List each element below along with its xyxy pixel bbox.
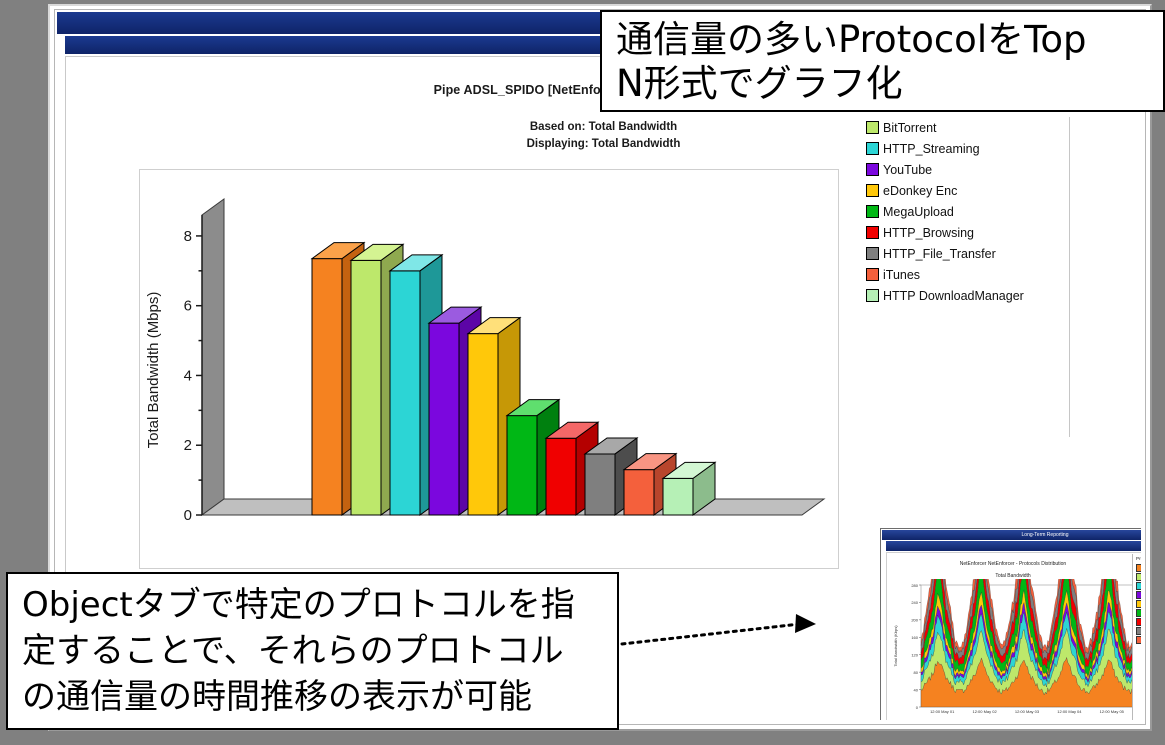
- thumbnail-window-title: Long-Term Reporting: [1021, 532, 1069, 538]
- legend-item-label: MegaUpload: [883, 204, 954, 219]
- thumbnail-y-tick: 280: [911, 583, 918, 588]
- legend-item[interactable]: HTTP_File_Transfer: [866, 243, 1066, 264]
- legend-item-label: HTTP_Streaming: [883, 141, 980, 156]
- legend-swatch-icon: [1136, 563, 1141, 572]
- legend-item-label: HTTP_File_Transfer: [883, 246, 996, 261]
- thumbnail-legend-item[interactable]: HTTP_Browsing: [1136, 590, 1141, 599]
- thumbnail-y-tick: 0: [916, 705, 919, 710]
- legend-item[interactable]: eDonkey Enc: [866, 180, 1066, 201]
- thumbnail-legend-item[interactable]: eDonkey Enc: [1136, 572, 1141, 581]
- legend-item[interactable]: HTTP DownloadManager: [866, 285, 1066, 306]
- legend-swatch-icon: [1136, 581, 1141, 590]
- y-tick-label: 8: [184, 228, 192, 245]
- legend-swatch-icon: [1136, 608, 1141, 617]
- legend-swatch-icon: [866, 268, 879, 281]
- y-tick-label: 2: [184, 437, 192, 454]
- thumbnail-x-tick: 12:00 May 05: [1100, 709, 1125, 714]
- thumbnail-x-tick: 12:00 May 01: [930, 709, 955, 714]
- thumbnail-legend-item[interactable]: Skype: [1136, 626, 1141, 635]
- thumbnail-legend-item[interactable]: MegaUpload: [1136, 617, 1141, 626]
- bar-chart-plot: 0 2 4 6 8 Total Bandwidth (Mbps): [139, 169, 839, 569]
- legend-swatch-icon: [1136, 617, 1141, 626]
- legend-item-label: eDonkey Enc: [883, 183, 958, 198]
- thumbnail-chart-title: NetEnforcer NetEnforcer - Protocols Dist…: [959, 561, 1067, 567]
- legend-item-label: HTTP_Browsing: [883, 225, 974, 240]
- y-tick-label: 4: [184, 367, 192, 384]
- legend-swatch-icon: [1136, 635, 1141, 644]
- legend-swatch-icon: [866, 184, 879, 197]
- callout-top-line1: 通信量の多いProtocolをTop: [616, 18, 1087, 61]
- legend-item-label: YouTube: [883, 162, 933, 177]
- callout-bottom-line2: 定することで、それらのプロトコル: [22, 631, 564, 671]
- legend-swatch-icon: [866, 142, 879, 155]
- legend-item[interactable]: YouTube: [866, 159, 1066, 180]
- thumbnail-y-tick: 120: [911, 653, 918, 658]
- legend-swatch-icon: [1136, 599, 1141, 608]
- y-tick-label: 6: [184, 298, 192, 315]
- thumbnail-legend-item[interactable]: HTTP_File_Transfer: [1136, 599, 1141, 608]
- legend-item-label: iTunes: [883, 267, 921, 282]
- thumbnail-legend-item[interactable]: YouTube: [1136, 635, 1141, 644]
- thumbnail-x-tick: 12:00 May 02: [972, 709, 997, 714]
- legend-swatch-icon: [866, 121, 879, 134]
- legend-swatch-icon: [866, 163, 879, 176]
- thumbnail-legend-item[interactable]: HTTP_Streaming: [1136, 608, 1141, 617]
- thumbnail-legend-rows: BitTorrenteDonkey EncHTTP DownloadManage…: [1136, 563, 1141, 644]
- legend-swatch-icon: [1136, 590, 1141, 599]
- chart-tick-labels: 0 2 4 6 8: [184, 228, 192, 524]
- thumbnail-titlebar[interactable]: Long-Term Reporting ×: [882, 530, 1141, 540]
- callout-bottom-line1: Objectタブで特定のプロトコルを指: [22, 585, 575, 625]
- legend-item-label: HTTP DownloadManager: [883, 288, 1024, 303]
- callout-bottom: Objectタブで特定のプロトコルを指 定することで、それらのプロトコル の通信…: [6, 572, 619, 730]
- thumbnail-legend-item[interactable]: HTTP DownloadManager: [1136, 581, 1141, 590]
- thumbnail-y-axis-label: Total Bandwidth (Kbps): [893, 625, 898, 667]
- thumbnail-y-tick: 160: [911, 635, 918, 640]
- thumbnail-legend-item[interactable]: BitTorrent: [1136, 563, 1141, 572]
- thumbnail-y-tick: 80: [914, 670, 919, 675]
- chart-bars: [310, 241, 717, 516]
- y-tick-label: 0: [184, 507, 192, 524]
- callout-top-line2: N形式でグラフ化: [616, 62, 903, 105]
- legend-item[interactable]: MegaUpload: [866, 201, 1066, 222]
- protocol-legend: BitTorrent HTTP_Streaming YouTube eDonkey E…: [866, 117, 1066, 347]
- legend-swatch-icon: [866, 205, 879, 218]
- legend-swatch-icon: [1136, 626, 1141, 635]
- thumbnail-report-window[interactable]: Long-Term Reporting × _ ❐ × NetEnforcer …: [880, 528, 1141, 720]
- thumbnail-x-tick: 12:00 May 04: [1057, 709, 1082, 714]
- legend-item-label: BitTorrent: [883, 120, 937, 135]
- legend-item[interactable]: iTunes: [866, 264, 1066, 285]
- callout-pointer-arrow: [620, 614, 816, 646]
- thumbnail-body: NetEnforcer NetEnforcer - Protocols Dist…: [886, 552, 1141, 720]
- legend-swatch-icon: [866, 289, 879, 302]
- thumbnail-x-tick: 12:00 May 03: [1015, 709, 1040, 714]
- thumbnail-legend-title: Protocol: [1136, 556, 1141, 561]
- legend-swatch-icon: [1136, 572, 1141, 581]
- thumbnail-y-tick: 240: [911, 600, 918, 605]
- thumbnail-document-titlebar[interactable]: _ ❐ ×: [886, 541, 1141, 551]
- thumbnail-area-chart: 0 40 80 120 160 200 240 280 Total Bandwidth (Kbp…: [893, 579, 1134, 714]
- legend-item[interactable]: HTTP_Streaming: [866, 138, 1066, 159]
- thumbnail-y-tick: 200: [911, 618, 918, 623]
- legend-swatch-icon: [866, 226, 879, 239]
- bar-chart-svg: 0 2 4 6 8 Total Bandwidth (Mbps): [145, 198, 826, 524]
- thumbnail-y-tick: 40: [914, 687, 919, 692]
- legend-divider: [1069, 117, 1070, 437]
- legend-swatch-icon: [866, 247, 879, 260]
- callout-bottom-line3: の通信量の時間推移の表示が可能: [22, 677, 532, 717]
- legend-item[interactable]: HTTP_Browsing: [866, 222, 1066, 243]
- thumbnail-legend: Protocol BitTorrenteDonkey EncHTTP Downl…: [1132, 554, 1141, 720]
- legend-item[interactable]: BitTorrent: [866, 117, 1066, 138]
- thumbnail-chart-area: NetEnforcer NetEnforcer - Protocols Dist…: [887, 553, 1139, 720]
- y-axis-label: Total Bandwidth (Mbps): [145, 292, 162, 449]
- callout-top: 通信量の多いProtocolをTop N形式でグラフ化: [600, 10, 1165, 112]
